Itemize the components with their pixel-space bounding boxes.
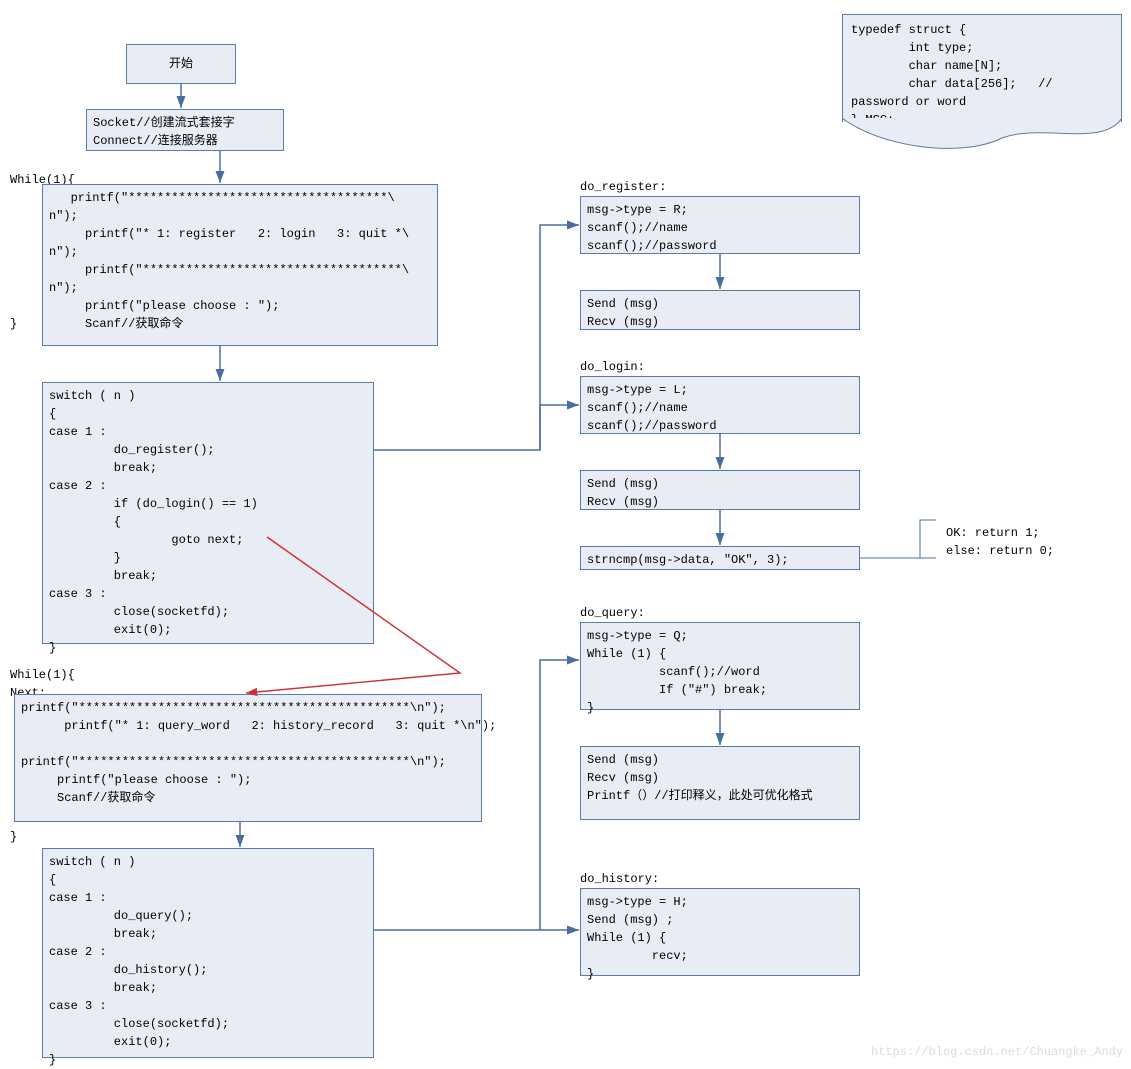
login-note: OK: return 1; else: return 0; [946,524,1054,560]
struct-note: typedef struct { int type; char name[N];… [842,14,1122,122]
query-box1: msg->type = Q; While (1) { scanf();//wor… [580,622,860,710]
do-history-label: do_history: [580,870,659,888]
do-login-label: do_login: [580,358,645,376]
menu2-box: printf("********************************… [14,694,482,822]
login-box2: Send (msg) Recv (msg) [580,470,860,510]
history-box1: msg->type = H; Send (msg) ; While (1) { … [580,888,860,976]
query-box2: Send (msg) Recv (msg) Printf（）//打印释义，此处可… [580,746,860,820]
do-register-label: do_register: [580,178,666,196]
menu1-box: printf("********************************… [42,184,438,346]
reg-box2: Send (msg) Recv (msg) [580,290,860,330]
login-box1: msg->type = L; scanf();//name scanf();//… [580,376,860,434]
login-box3: strncmp(msg->data, "OK", 3); [580,546,860,570]
watermark: https://blog.csdn.net/Chuangke_Andy [871,1045,1123,1059]
switch2-box: switch ( n ) { case 1 : do_query(); brea… [42,848,374,1058]
start-box: 开始 [126,44,236,84]
do-query-label: do_query: [580,604,645,622]
switch1-box: switch ( n ) { case 1 : do_register(); b… [42,382,374,644]
reg-box1: msg->type = R; scanf();//name scanf();//… [580,196,860,254]
socket-box: Socket//创建流式套接字 Connect//连接服务器 [86,109,284,151]
